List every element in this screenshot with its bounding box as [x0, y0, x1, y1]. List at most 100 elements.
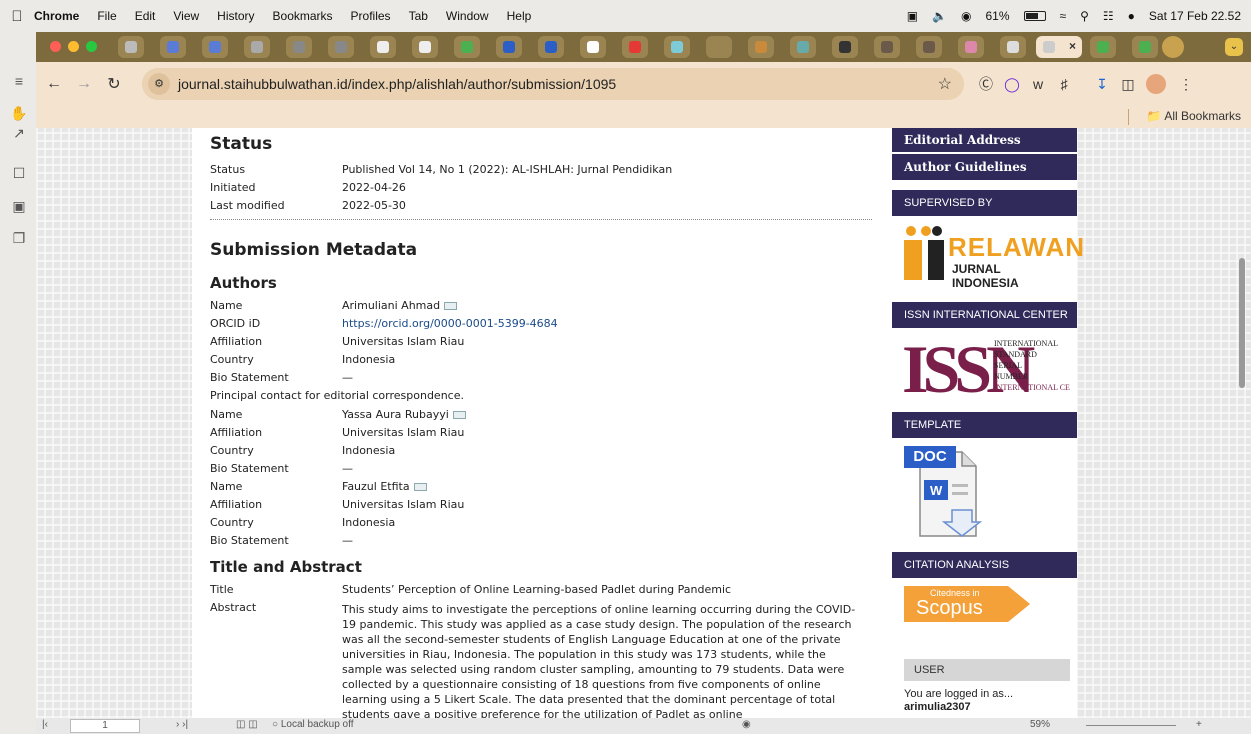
page-number-field[interactable]: 1	[70, 719, 140, 733]
tab[interactable]	[916, 36, 942, 58]
tab[interactable]	[664, 36, 690, 58]
tab[interactable]	[790, 36, 816, 58]
author-guidelines-link[interactable]: Author Guidelines	[892, 154, 1077, 180]
scopus-citedness-badge[interactable]: Citedness in Scopus	[904, 586, 1030, 622]
tab[interactable]	[328, 36, 354, 58]
bio-row: Bio Statement —	[210, 461, 353, 477]
close-tab-icon[interactable]: ×	[1069, 39, 1076, 53]
next-page-icon[interactable]: › ›|	[176, 719, 188, 730]
affiliation-label: Affiliation	[210, 426, 263, 439]
profile-avatar[interactable]	[1146, 74, 1166, 94]
view-mode-icon[interactable]: ◉	[742, 719, 751, 730]
tab[interactable]	[832, 36, 858, 58]
wifi-icon[interactable]: ≈	[1060, 9, 1067, 23]
image-icon[interactable]: ▣	[10, 197, 28, 215]
bookmark-star-icon[interactable]: ☆	[938, 74, 952, 94]
volume-icon[interactable]: 🔈	[932, 9, 947, 23]
tab[interactable]	[496, 36, 522, 58]
tab[interactable]	[412, 36, 438, 58]
sidebar-toggle-icon[interactable]: ◫ ◫	[236, 719, 258, 730]
new-tab-button[interactable]	[1162, 36, 1184, 58]
editorial-address-link[interactable]: Editorial Address	[892, 128, 1077, 152]
airdrop-icon[interactable]: ◉	[961, 9, 971, 23]
tab[interactable]	[580, 36, 606, 58]
page-scrollbar[interactable]	[1239, 258, 1245, 388]
tab[interactable]	[286, 36, 312, 58]
tab-active[interactable]: ×	[1036, 36, 1082, 58]
forward-arrow-icon[interactable]: →	[72, 75, 96, 93]
tab[interactable]	[748, 36, 774, 58]
zoom-window-button[interactable]	[86, 41, 97, 52]
zoom-in-icon[interactable]: +	[1196, 719, 1202, 730]
chrome-menu-icon[interactable]: ⋮	[1176, 74, 1196, 94]
tab[interactable]	[622, 36, 648, 58]
tab[interactable]	[1090, 36, 1116, 58]
control-center-icon[interactable]: ☷	[1103, 9, 1114, 23]
doc-template-download[interactable]: DOC W	[902, 444, 983, 540]
menu-file[interactable]: File	[97, 9, 116, 23]
tab[interactable]	[958, 36, 984, 58]
main-content: Status Status Published Vol 14, No 1 (202…	[192, 128, 892, 718]
issn-logo[interactable]: ISSN INTERNATIONAL STANDARD SERIAL NUMBE…	[902, 335, 1077, 403]
pointer-tool-icon[interactable]: ↗	[10, 124, 28, 142]
menu-edit[interactable]: Edit	[135, 9, 156, 23]
menu-history[interactable]: History	[217, 9, 254, 23]
orcid-link[interactable]: https://orcid.org/0000-0001-5399-4684	[342, 316, 558, 332]
menu-tab[interactable]: Tab	[409, 9, 428, 23]
tab[interactable]	[538, 36, 564, 58]
tab[interactable]	[244, 36, 270, 58]
abstract-text: This study aims to investigate the perce…	[342, 603, 856, 718]
status-app-icon[interactable]: ▣	[907, 9, 918, 23]
tab-search-chevron-icon[interactable]: ⌄	[1225, 38, 1243, 56]
list-icon[interactable]: ≡	[10, 72, 28, 90]
reload-icon[interactable]: ↻	[102, 74, 126, 94]
relawan-jurnal-indonesia-logo[interactable]: RELAWAN JURNAL INDONESIA	[902, 222, 1084, 290]
tab[interactable]	[202, 36, 228, 58]
email-icon[interactable]	[444, 302, 458, 310]
tab[interactable]	[118, 36, 144, 58]
email-icon[interactable]	[452, 411, 466, 419]
zoom-level: 59%	[1030, 719, 1051, 730]
menu-view[interactable]: View	[173, 9, 199, 23]
first-page-icon[interactable]: |‹	[42, 719, 48, 730]
email-icon[interactable]	[413, 483, 427, 491]
tab[interactable]	[370, 36, 396, 58]
extension-w-icon[interactable]: w	[1028, 74, 1048, 94]
siri-icon[interactable]: ●	[1128, 9, 1135, 23]
side-panel-icon[interactable]: ◫	[1118, 74, 1138, 94]
zoom-slider[interactable]	[1086, 725, 1176, 726]
menu-help[interactable]: Help	[507, 9, 532, 23]
logged-in-username: arimulia2307	[904, 701, 971, 713]
site-info-icon[interactable]: ⚙	[148, 73, 170, 95]
bookmark-icon[interactable]: ☐	[10, 164, 28, 182]
menu-window[interactable]: Window	[446, 9, 489, 23]
all-bookmarks-button[interactable]: 📁 All Bookmarks	[1147, 109, 1241, 123]
tab[interactable]	[160, 36, 186, 58]
copy-icon[interactable]: ❐	[10, 229, 28, 247]
menubar-clock[interactable]: Sat 17 Feb 22.52	[1149, 9, 1241, 23]
close-window-button[interactable]	[50, 41, 61, 52]
tab[interactable]	[706, 36, 732, 58]
menu-bookmarks[interactable]: Bookmarks	[273, 9, 333, 23]
app-menu[interactable]: Chrome	[34, 9, 79, 23]
menu-profiles[interactable]: Profiles	[351, 9, 391, 23]
minimize-window-button[interactable]	[68, 41, 79, 52]
tab[interactable]	[454, 36, 480, 58]
tab[interactable]	[1000, 36, 1026, 58]
extension-c-icon[interactable]: Ⓒ	[976, 74, 996, 94]
url-text[interactable]: journal.staihubbulwathan.id/index.php/al…	[178, 76, 616, 92]
tab[interactable]	[1132, 36, 1158, 58]
tab[interactable]	[874, 36, 900, 58]
address-bar[interactable]: ⚙ journal.staihubbulwathan.id/index.php/…	[142, 68, 964, 100]
hand-tool-icon[interactable]: ✋	[10, 104, 28, 122]
last-modified-row: Last modified 2022-05-30	[210, 198, 406, 214]
back-arrow-icon[interactable]: ←	[42, 75, 66, 93]
download-icon[interactable]: ↧	[1092, 74, 1112, 94]
affiliation-label: Affiliation	[210, 335, 263, 348]
logged-in-text: You are logged in as...	[904, 688, 1014, 700]
extension-opera-icon[interactable]: ◯	[1002, 74, 1022, 94]
extensions-puzzle-icon[interactable]: ♯	[1054, 74, 1074, 94]
apple-menu-icon[interactable]: 	[0, 8, 34, 25]
spotlight-search-icon[interactable]: ⚲	[1080, 9, 1089, 23]
battery-icon[interactable]	[1023, 11, 1046, 21]
